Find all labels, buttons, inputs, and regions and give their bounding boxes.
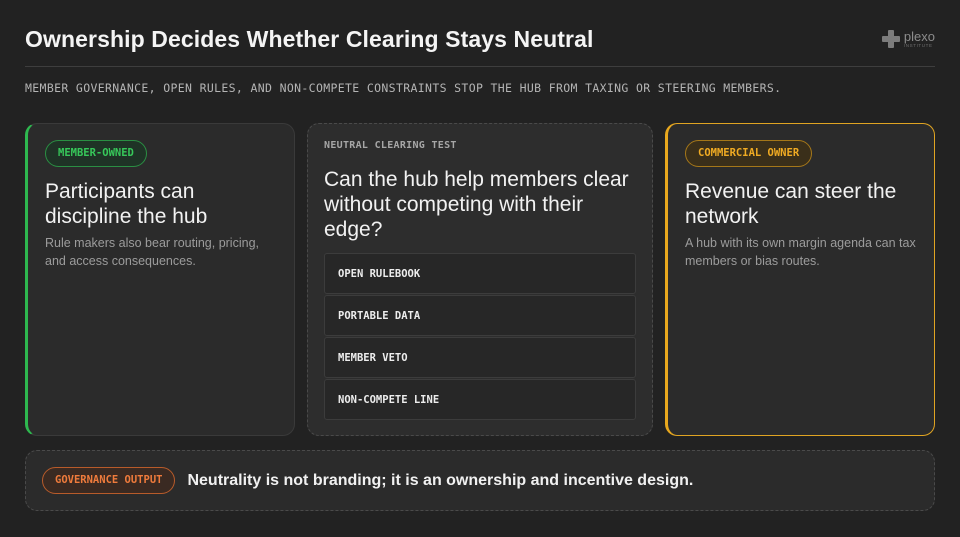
commercial-card-heading: Revenue can steer the network	[685, 180, 897, 228]
member-owned-card: MEMBER-OWNED Participants can discipline…	[25, 123, 295, 436]
criterion-member-veto: MEMBER VETO	[324, 337, 636, 378]
logo-name: plexo	[903, 29, 935, 44]
criterion-portable-data: PORTABLE DATA	[324, 295, 636, 336]
neutral-clearing-test-card: NEUTRAL CLEARING TEST Can the hub help m…	[307, 123, 653, 436]
governance-output-badge: GOVERNANCE OUTPUT	[42, 467, 176, 494]
criterion-open-rulebook: OPEN RULEBOOK	[324, 253, 636, 294]
governance-output-text: Neutrality is not branding; it is an own…	[187, 471, 694, 489]
criterion-non-compete-line: NON-COMPETE LINE	[324, 379, 636, 420]
commercial-owner-badge: COMMERCIAL OWNER	[685, 140, 813, 167]
member-card-body: Rule makers also bear routing, pricing, …	[45, 236, 259, 268]
test-label: NEUTRAL CLEARING TEST	[324, 140, 457, 151]
member-owned-badge: MEMBER-OWNED	[45, 140, 147, 167]
logo-subtitle: INSTITUTE	[903, 43, 933, 48]
commercial-owner-card: COMMERCIAL OWNER Revenue can steer the n…	[665, 123, 935, 436]
test-question: Can the hub help members clear without c…	[324, 168, 629, 241]
criteria-list: OPEN RULEBOOK PORTABLE DATA MEMBER VETO …	[324, 253, 636, 420]
plexo-logo-icon	[881, 30, 900, 49]
header-divider	[25, 66, 935, 67]
governance-output-bar: GOVERNANCE OUTPUT Neutrality is not bran…	[25, 450, 935, 511]
logo: plexo INSTITUTE	[881, 29, 935, 49]
page-subtitle: MEMBER GOVERNANCE, OPEN RULES, AND NON-C…	[25, 81, 782, 95]
page-title: Ownership Decides Whether Clearing Stays…	[25, 26, 594, 52]
member-card-heading: Participants can discipline the hub	[45, 180, 208, 228]
commercial-card-body: A hub with its own margin agenda can tax…	[685, 236, 916, 268]
